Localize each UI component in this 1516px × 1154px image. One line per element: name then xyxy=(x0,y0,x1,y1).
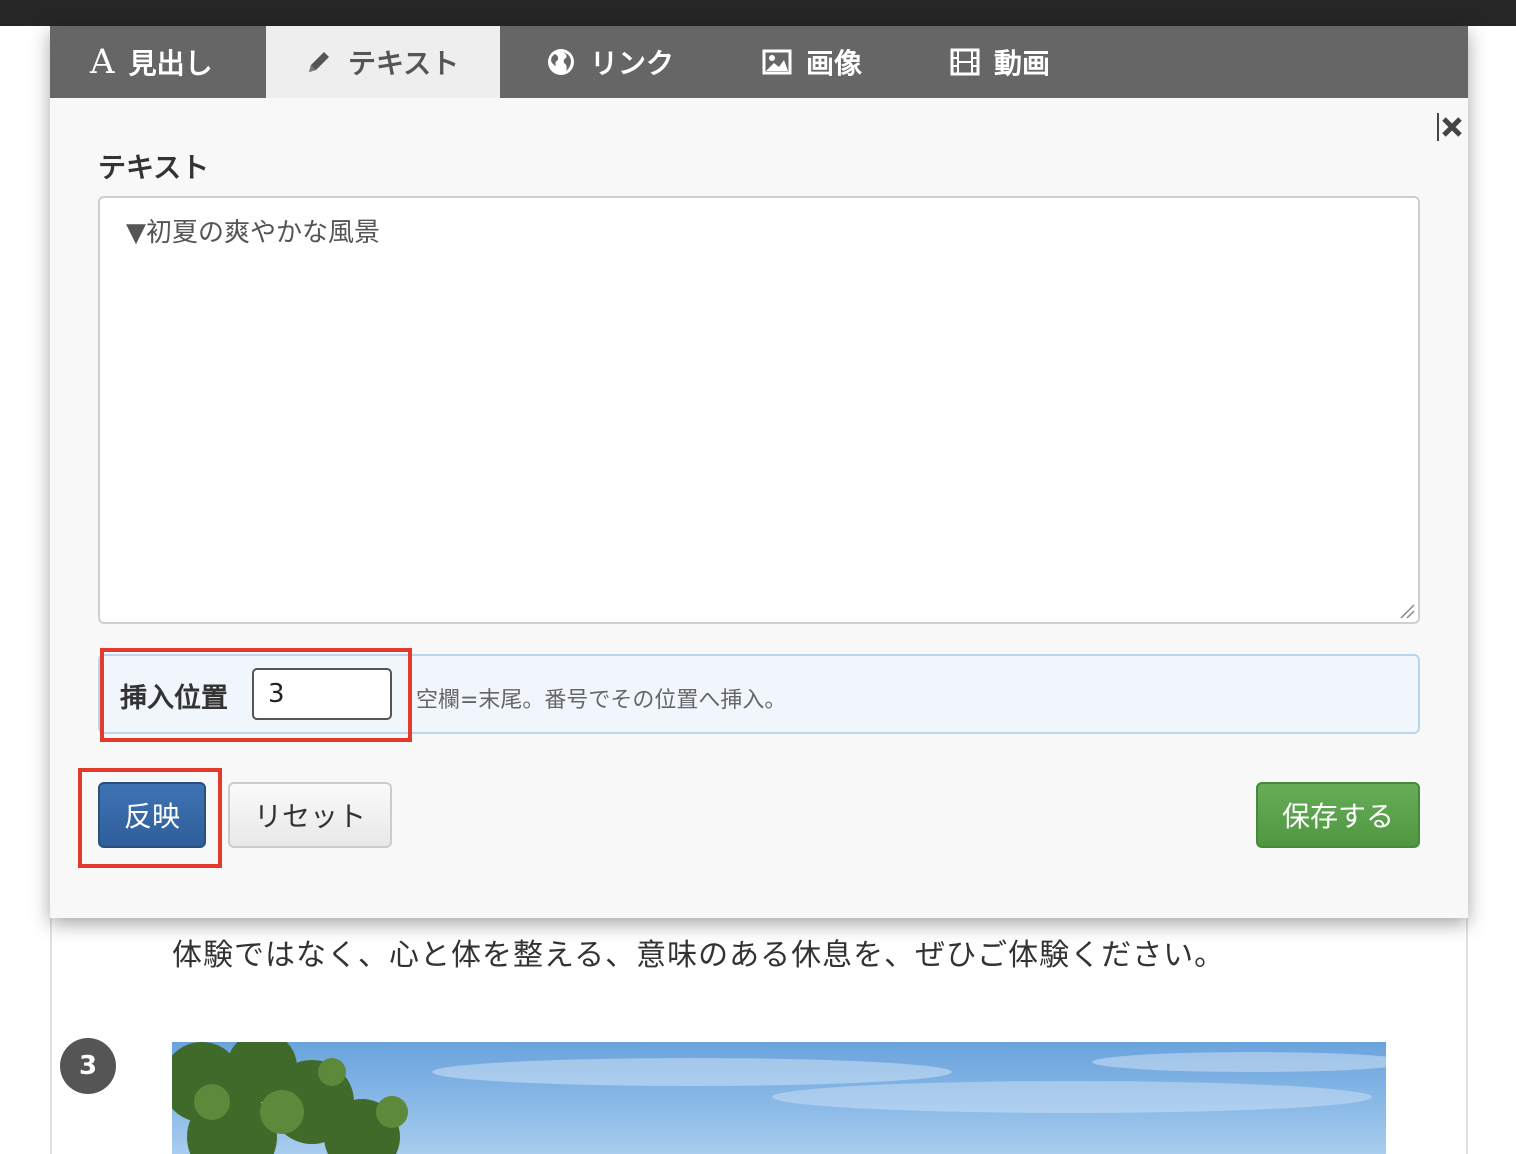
tab-text[interactable]: テキスト xyxy=(266,26,500,98)
tab-heading-label: 見出し xyxy=(128,47,213,80)
save-button[interactable]: 保存する xyxy=(1256,782,1420,848)
tab-image[interactable]: 画像 xyxy=(710,26,900,98)
tab-text-label: テキスト xyxy=(348,47,460,80)
background-photo xyxy=(172,1042,1386,1154)
text-section-label: テキスト xyxy=(98,151,210,184)
film-icon xyxy=(950,48,980,76)
browser-top-bar xyxy=(0,0,1516,26)
tab-video-label: 動画 xyxy=(994,47,1051,80)
close-button[interactable] xyxy=(1434,110,1466,144)
tab-link[interactable]: リンク xyxy=(500,26,710,98)
text-input-area[interactable]: ▼初夏の爽やかな風景 xyxy=(98,196,1420,624)
tab-video[interactable]: 動画 xyxy=(900,26,1100,98)
step-number-badge: 3 xyxy=(60,1038,116,1094)
editor-tab-bar: A 見出し テキスト リンク 画像 動画 xyxy=(50,26,1468,98)
highlight-box-insert xyxy=(100,648,412,742)
tab-link-label: リンク xyxy=(590,47,675,80)
insert-position-help: 空欄=末尾。番号でその位置へ挿入。 xyxy=(416,688,787,713)
content-editor-modal: A 見出し テキスト リンク 画像 動画 テキスト ▼初夏の爽やかな風景 挿入位… xyxy=(50,26,1468,918)
picture-icon xyxy=(762,49,792,75)
letter-a-icon: A xyxy=(90,42,115,82)
pencil-icon xyxy=(304,47,334,77)
tab-image-label: 画像 xyxy=(806,47,863,80)
close-icon xyxy=(1437,113,1462,141)
highlight-box-apply xyxy=(78,768,222,868)
globe-icon xyxy=(546,47,576,77)
background-paragraph: 体験ではなく、心と体を整える、意味のある休息を、ぜひご体験ください。 xyxy=(172,938,1226,973)
reset-button[interactable]: リセット xyxy=(228,782,392,848)
resize-grip-icon[interactable] xyxy=(1399,603,1415,619)
tab-heading[interactable]: A 見出し xyxy=(50,26,266,98)
